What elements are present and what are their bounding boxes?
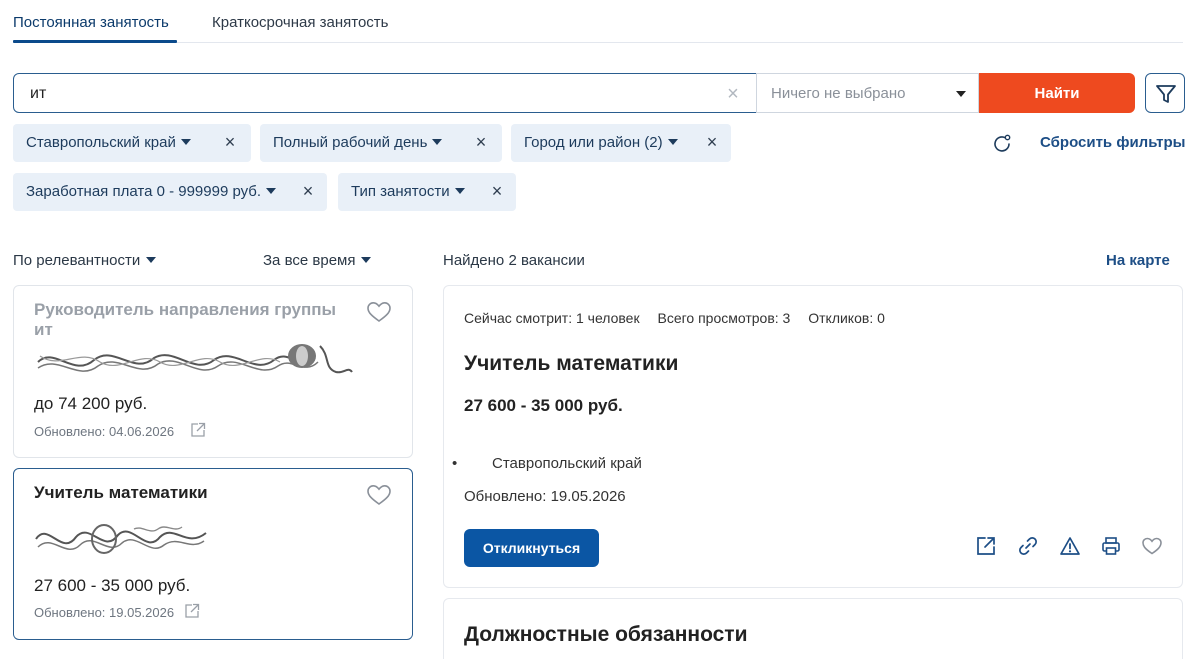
filter-chip-schedule[interactable]: Полный рабочий день × — [260, 124, 502, 162]
sort-relevance-label: По релевантности — [13, 252, 141, 269]
category-select[interactable]: Ничего не выбрано — [756, 73, 979, 113]
vacancy-card-selected[interactable]: Учитель математики 27 600 - 35 000 руб. … — [13, 468, 413, 640]
refresh-icon[interactable] — [991, 133, 1013, 155]
caret-down-icon — [361, 257, 372, 263]
vacancy-location: Ставропольский край — [452, 455, 642, 472]
heart-icon[interactable] — [366, 483, 392, 507]
caret-down-icon — [180, 139, 191, 145]
vacancy-card-updated: Обновлено: 04.06.2026 — [34, 424, 175, 439]
vacancy-card-title: Руководитель направления группы ит — [34, 300, 337, 339]
funnel-icon — [1156, 85, 1176, 103]
vacancy-card-title: Учитель математики — [34, 483, 208, 502]
viewing-now: Сейчас смотрит: 1 человек — [464, 310, 640, 326]
caret-down-icon — [454, 188, 465, 194]
vacancy-card-updated: Обновлено: 19.05.2026 — [34, 605, 175, 620]
employment-tabs: Постоянная занятость Краткосрочная занят… — [13, 0, 1183, 43]
search-field-wrapper: × — [13, 73, 757, 113]
close-icon[interactable]: × — [488, 182, 506, 200]
apply-button[interactable]: Откликнуться — [464, 529, 599, 567]
reset-filters-link[interactable]: Сбросить фильтры — [1040, 134, 1185, 151]
tab-permanent[interactable]: Постоянная занятость — [13, 14, 169, 31]
print-icon[interactable] — [1100, 535, 1122, 557]
close-icon[interactable]: × — [299, 182, 317, 200]
total-views: Всего просмотров: 3 — [657, 310, 791, 326]
chevron-down-icon — [956, 91, 966, 97]
filter-chip-salary[interactable]: Заработная плата 0 - 999999 руб. × — [13, 173, 327, 211]
results-count: Найдено 2 вакансии — [443, 252, 585, 269]
filter-chip-label: Полный рабочий день — [273, 134, 428, 151]
external-link-icon[interactable] — [190, 422, 206, 438]
sort-period-dropdown[interactable]: За все время — [263, 252, 372, 269]
heart-icon[interactable] — [366, 300, 392, 324]
sort-period-label: За все время — [263, 252, 356, 269]
redacted-company-image — [35, 524, 207, 554]
caret-down-icon — [667, 139, 678, 145]
responses-count: Откликов: 0 — [808, 310, 885, 326]
vacancy-card[interactable]: Руководитель направления группы ит до 74… — [13, 285, 413, 458]
filter-chip-city[interactable]: Город или район (2) × — [511, 124, 731, 162]
link-icon[interactable] — [1017, 535, 1039, 557]
filter-chip-label: Ставропольский край — [26, 134, 176, 151]
caret-down-icon — [146, 257, 157, 263]
clear-icon[interactable]: × — [723, 84, 743, 104]
tab-short-term[interactable]: Краткосрочная занятость — [212, 14, 388, 31]
category-select-placeholder: Ничего не выбрано — [771, 85, 906, 102]
vacancy-card-salary: 27 600 - 35 000 руб. — [34, 576, 191, 595]
vacancy-stats: Сейчас смотрит: 1 человек Всего просмотр… — [464, 310, 899, 326]
vacancy-card-salary: до 74 200 руб. — [34, 394, 148, 413]
sort-relevance-dropdown[interactable]: По релевантности — [13, 252, 157, 269]
filter-button[interactable] — [1145, 73, 1185, 113]
find-button[interactable]: Найти — [979, 73, 1135, 113]
map-link[interactable]: На карте — [1106, 252, 1170, 269]
vacancy-title: Учитель математики — [464, 352, 679, 375]
vacancy-salary: 27 600 - 35 000 руб. — [464, 396, 623, 415]
close-icon[interactable]: × — [472, 133, 490, 151]
vacancy-updated: Обновлено: 19.05.2026 — [464, 488, 626, 505]
close-icon[interactable]: × — [703, 133, 721, 151]
close-icon[interactable]: × — [221, 133, 239, 151]
external-link-icon[interactable] — [975, 535, 997, 557]
filter-chip-label: Город или район (2) — [524, 134, 663, 151]
search-input[interactable] — [30, 83, 710, 105]
warning-icon[interactable] — [1059, 535, 1081, 557]
external-link-icon[interactable] — [184, 603, 200, 619]
filter-chip-label: Тип занятости — [351, 183, 450, 200]
caret-down-icon — [432, 139, 443, 145]
redacted-company-image — [37, 344, 353, 374]
heart-icon[interactable] — [1141, 535, 1163, 557]
caret-down-icon — [266, 188, 277, 194]
vacancy-detail-panel: Сейчас смотрит: 1 человек Всего просмотр… — [443, 285, 1183, 588]
active-tab-indicator — [13, 40, 177, 43]
filter-chip-employment-type[interactable]: Тип занятости × — [338, 173, 516, 211]
filter-chip-region[interactable]: Ставропольский край × — [13, 124, 251, 162]
duties-section: Должностные обязанности — [443, 598, 1183, 659]
duties-title: Должностные обязанности — [464, 623, 748, 646]
filter-chip-label: Заработная плата 0 - 999999 руб. — [26, 183, 262, 200]
